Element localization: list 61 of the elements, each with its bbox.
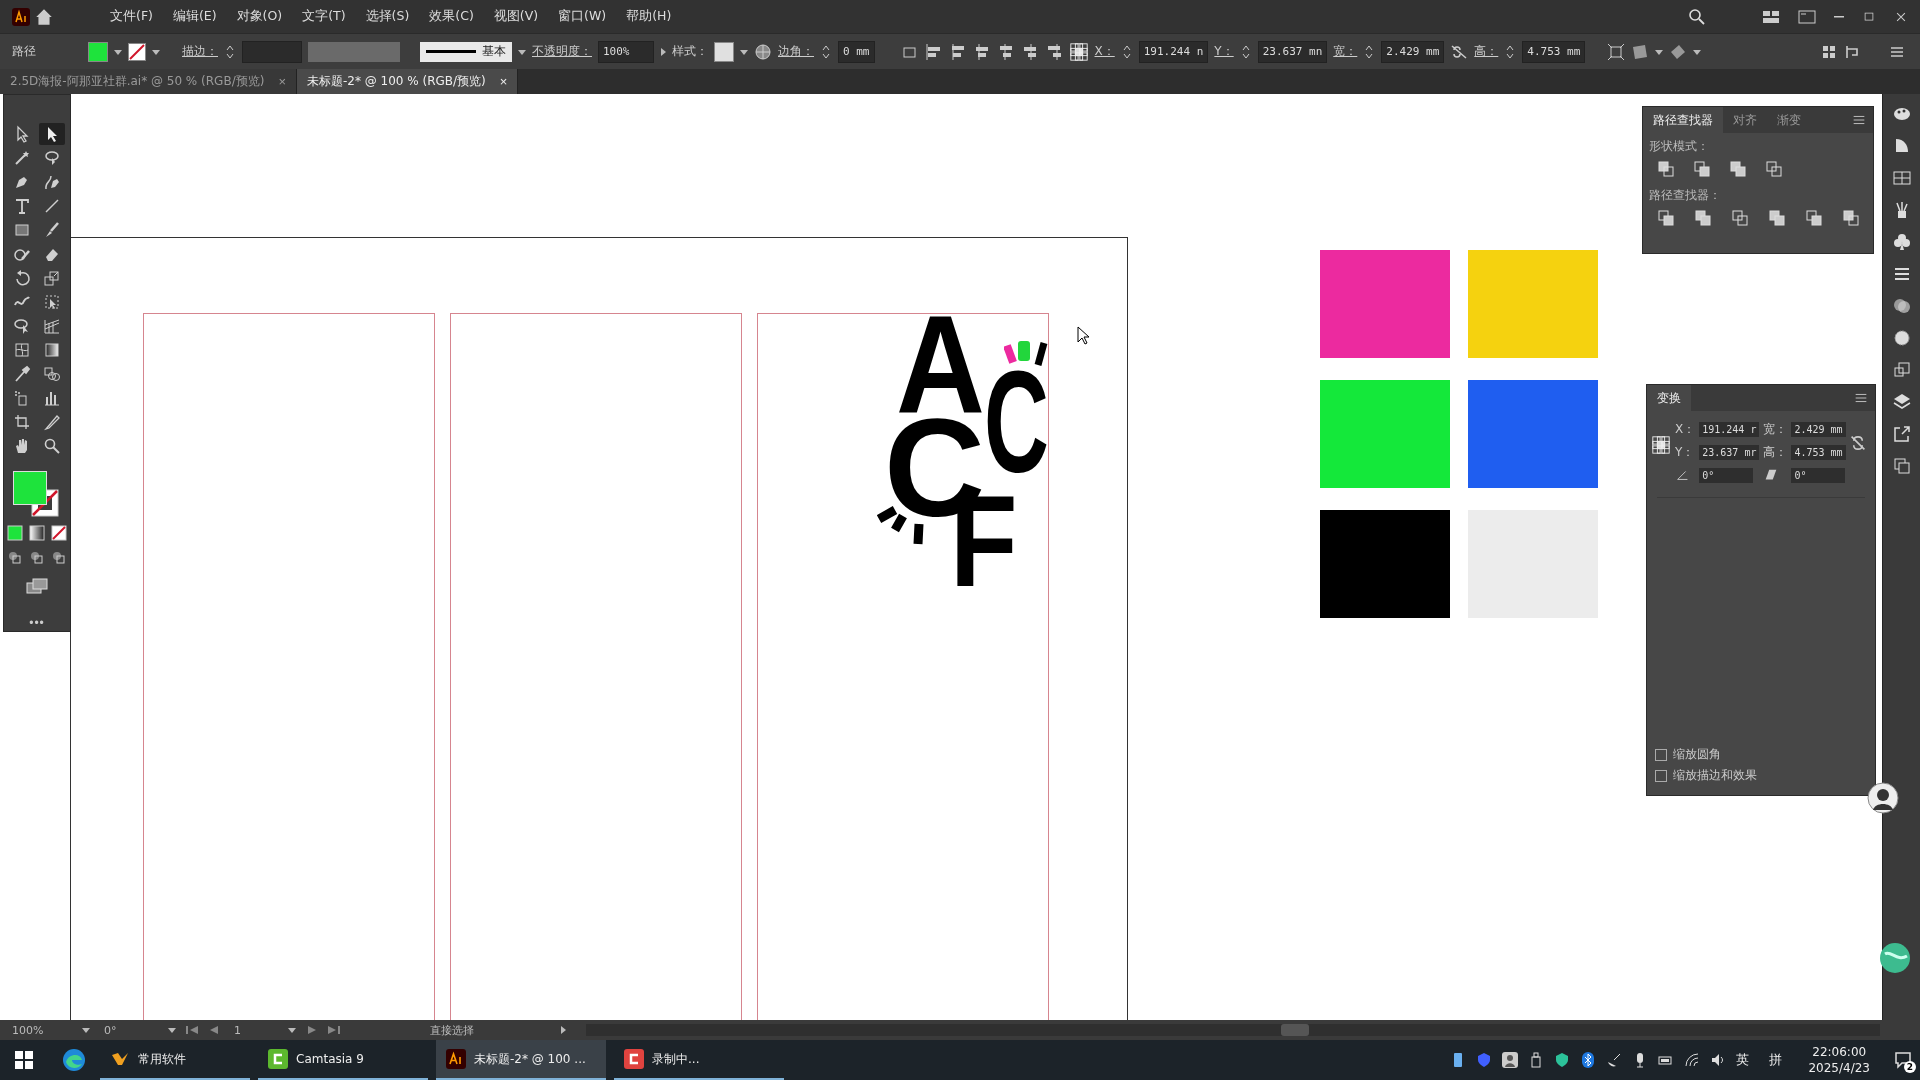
field-label: 宽： bbox=[1763, 421, 1788, 438]
taskbar-app-button[interactable]: Camtasia 9 bbox=[258, 1040, 428, 1080]
panel-title: 变换 bbox=[1647, 385, 1691, 411]
document-tab[interactable]: 未标题-2* @ 100 % (RGB/预览) × bbox=[296, 69, 519, 94]
more-tools-button[interactable]: ••• bbox=[23, 615, 51, 631]
menu-item[interactable]: 对象(O) bbox=[228, 5, 291, 28]
document-tab[interactable]: 2.5D海报-阿那亚社群.ai* @ 50 % (RGB/预览) × bbox=[0, 69, 297, 94]
clock[interactable]: 22:06:00 2025/4/23 bbox=[1808, 1045, 1870, 1075]
height-field[interactable]: 4.753 mm bbox=[1522, 40, 1586, 63]
close-tab-button[interactable]: × bbox=[278, 74, 286, 89]
opacity-field[interactable]: 100% bbox=[598, 40, 654, 63]
menu-item[interactable]: 编辑(E) bbox=[164, 5, 225, 28]
taskbar-app-button[interactable]: 录制中... bbox=[614, 1040, 784, 1080]
shape-modes-label: 形状模式： bbox=[1648, 138, 1710, 155]
menu-item[interactable]: 选择(S) bbox=[357, 5, 418, 28]
field-label: 高： bbox=[1763, 444, 1788, 461]
corner-field[interactable]: 0 mm bbox=[838, 40, 875, 63]
zoom-dropdown[interactable]: 100% bbox=[8, 1023, 72, 1037]
x-field[interactable]: 191.244 n bbox=[1138, 40, 1209, 63]
menu-item[interactable]: 效果(C) bbox=[421, 5, 482, 28]
y-label: Y： bbox=[1214, 43, 1234, 60]
rotation-field[interactable]: 0° bbox=[1699, 467, 1754, 483]
input-language-indicator[interactable]: 英 bbox=[1736, 1051, 1750, 1069]
shear-field[interactable]: 0° bbox=[1791, 467, 1846, 483]
brush-definition-dropdown[interactable]: 基本 bbox=[420, 41, 512, 62]
input-mode-indicator[interactable]: 拼 bbox=[1769, 1051, 1783, 1069]
menu-item[interactable]: 视图(V) bbox=[485, 5, 547, 28]
logo-letter: C bbox=[984, 370, 1049, 475]
corner-label: 边角： bbox=[778, 43, 814, 60]
field-label: Y： bbox=[1675, 444, 1696, 461]
menu-item[interactable]: 文件(F) bbox=[102, 5, 161, 28]
close-tab-button[interactable]: × bbox=[499, 74, 508, 89]
y-field[interactable]: 23.637 mn bbox=[1257, 40, 1328, 63]
opacity-label: 不透明度： bbox=[532, 43, 592, 60]
value-field[interactable]: 23.637 mr bbox=[1699, 445, 1760, 460]
artboard-number-dropdown[interactable]: 1 bbox=[230, 1023, 278, 1037]
option-label: 缩放描边和效果 bbox=[1673, 768, 1757, 783]
panel-tab[interactable]: 路径查找器 bbox=[1643, 107, 1723, 133]
value-field[interactable]: 2.429 mm bbox=[1791, 422, 1846, 437]
pathfinders-label: 路径查找器： bbox=[1648, 187, 1722, 204]
panel-tab[interactable]: 渐变 bbox=[1767, 107, 1811, 133]
taskbar-app-button[interactable]: 常用软件 bbox=[100, 1040, 250, 1080]
stroke-label: 描边： bbox=[182, 43, 218, 60]
rotation-dropdown[interactable]: 0° bbox=[100, 1023, 158, 1037]
menu-item[interactable]: 帮助(H) bbox=[618, 5, 680, 28]
width-field[interactable]: 2.429 mm bbox=[1381, 40, 1445, 63]
menu-item[interactable]: 文字(T) bbox=[294, 5, 354, 28]
x-label: X： bbox=[1094, 43, 1115, 60]
panel-tab[interactable]: 对齐 bbox=[1723, 107, 1767, 133]
selection-type-label: 路径 bbox=[12, 43, 37, 60]
value-field[interactable]: 4.753 mm bbox=[1791, 445, 1846, 460]
field-label: X： bbox=[1675, 421, 1696, 438]
menu-item[interactable]: 窗口(W) bbox=[550, 5, 615, 28]
option-label: 缩放圆角 bbox=[1673, 747, 1721, 762]
width-label: 宽： bbox=[1333, 43, 1358, 60]
style-label: 样式： bbox=[672, 43, 708, 60]
value-field[interactable]: 191.244 r bbox=[1699, 422, 1760, 437]
logo-letter: A bbox=[896, 315, 985, 416]
current-tool-label: 直接选择 bbox=[430, 1022, 475, 1038]
height-label: 高： bbox=[1474, 43, 1499, 60]
taskbar-app-button[interactable]: 未标题-2* @ 100 ... bbox=[436, 1040, 606, 1080]
